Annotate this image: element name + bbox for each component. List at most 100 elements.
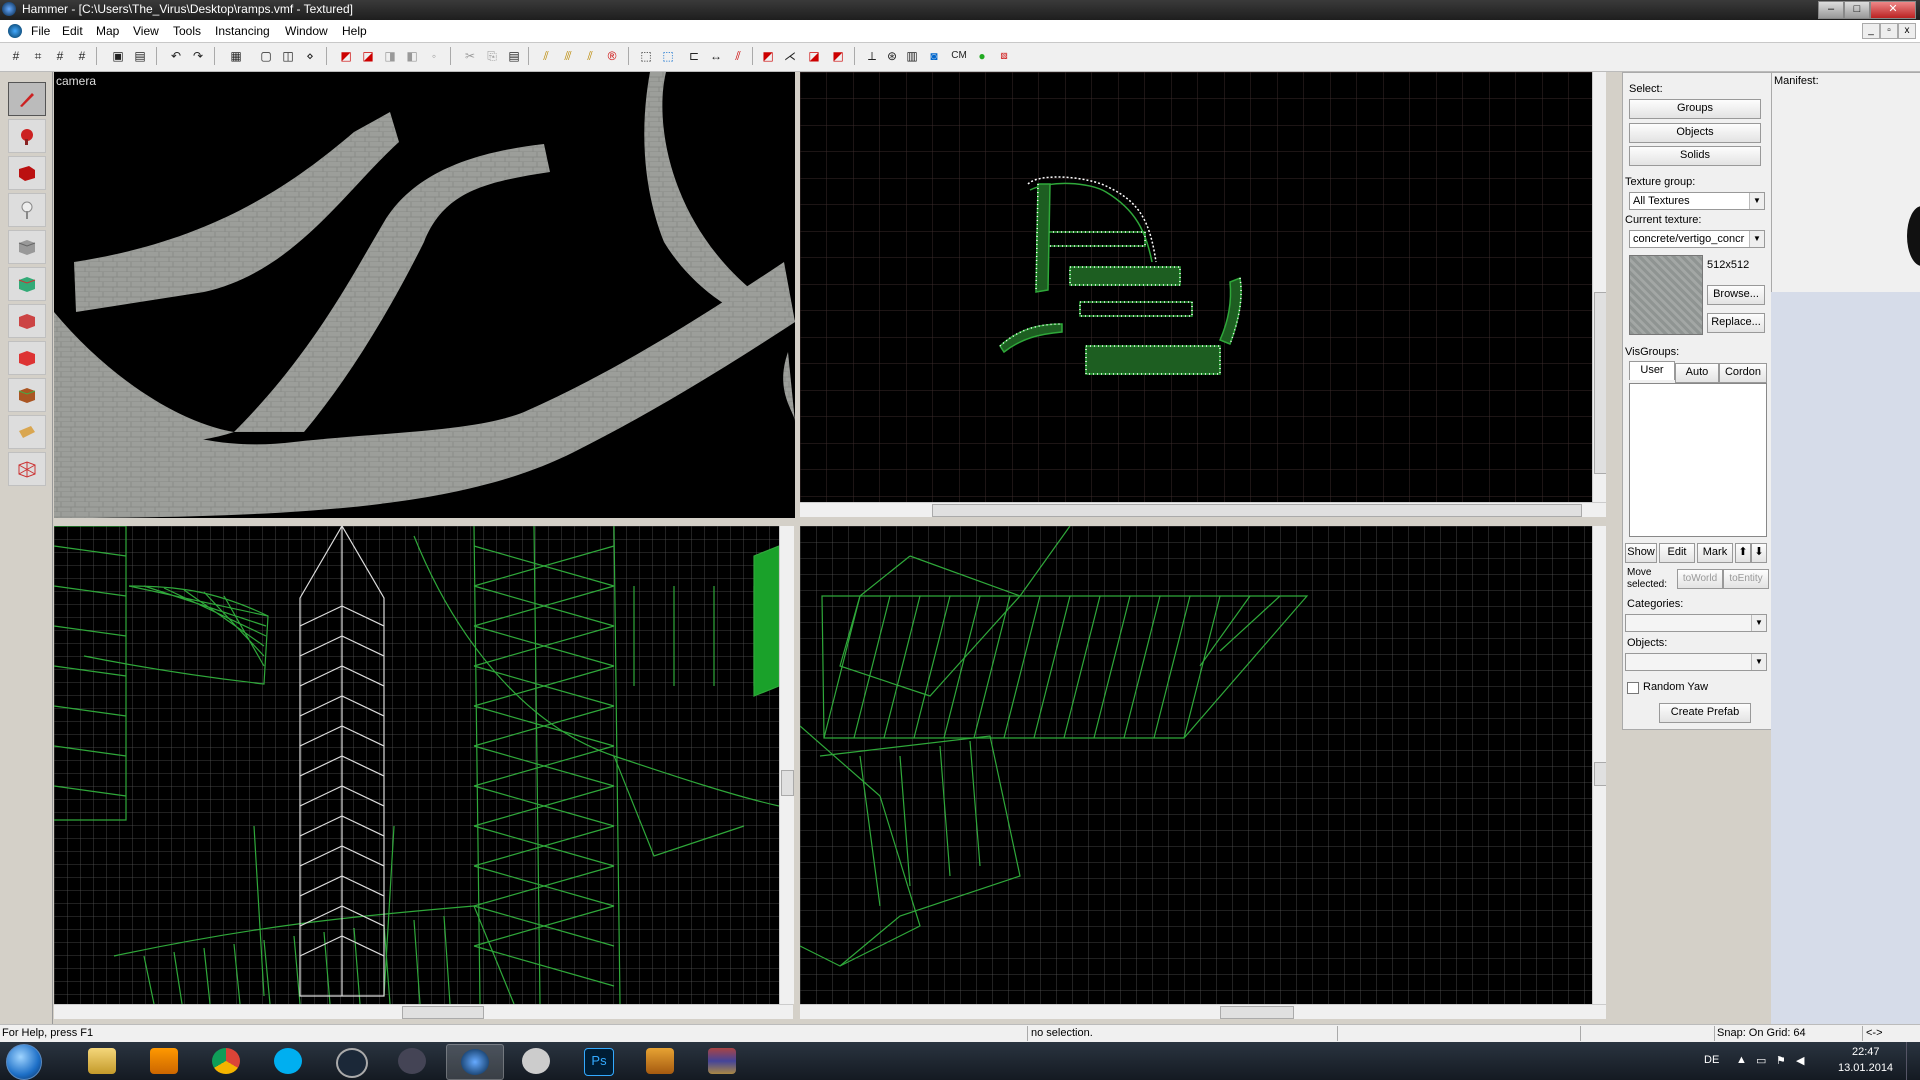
menu-edit[interactable]: Edit [62,24,83,38]
tab-user[interactable]: User [1629,361,1675,380]
tray-volume-icon[interactable]: ◀ [1796,1054,1804,1067]
tray-flag-icon[interactable]: ⚑ [1776,1054,1786,1067]
taskbar-explorer[interactable] [74,1044,130,1078]
cm-button[interactable]: CM [948,48,970,64]
select-by-handles-icon[interactable]: ⬚ [638,48,654,64]
clip-icon[interactable]: ◫ [280,48,296,64]
taskbar-media-player[interactable] [136,1044,192,1078]
toggle-lighting-icon[interactable]: ◧ [404,48,420,64]
taskbar-winrar[interactable] [694,1044,750,1078]
toggle-models-icon[interactable]: ◨ [382,48,398,64]
paste-icon[interactable]: ▤ [506,48,522,64]
top-view-vscroll-thumb[interactable] [1594,292,1606,474]
current-texture-dropdown[interactable]: concrete/vertigo_concr ▼ [1629,230,1765,248]
side-view-hscrollbar[interactable] [800,1004,1606,1019]
tray-network-icon[interactable]: ▭ [1756,1054,1766,1067]
selection-icon[interactable]: ◦ [426,48,442,64]
visgroups-list[interactable] [1629,383,1767,537]
mdi-restore-button[interactable]: ▫ [1880,23,1898,39]
copy-icon[interactable]: ⎘ [484,48,500,64]
3d-grid-icon[interactable]: ⋌ [782,48,798,64]
side-view-vscroll-thumb[interactable] [1594,762,1606,786]
texture-preview[interactable] [1629,255,1703,335]
taskbar-steam[interactable] [322,1044,378,1078]
top-view-hscroll-thumb[interactable] [932,504,1582,517]
taskbar-csgo[interactable] [632,1044,688,1078]
side-view-hscroll-thumb[interactable] [1220,1006,1294,1019]
hammer-app-icon[interactable] [2,2,16,16]
document-icon[interactable] [8,24,22,38]
language-indicator[interactable]: DE [1704,1054,1719,1066]
overlay-icon[interactable]: ⫽ [582,48,598,64]
group-icon[interactable]: ▣ [110,48,126,64]
texture-group-dropdown[interactable]: All Textures ▼ [1629,192,1765,210]
side-view-vscrollbar[interactable] [1592,526,1606,1004]
check-icon[interactable]: ↔ [708,48,724,64]
compile-icon[interactable]: ⬚ [660,48,676,64]
minimize-button[interactable]: – [1818,1,1844,19]
undo-icon[interactable]: ↶ [168,48,184,64]
menu-window[interactable]: Window [285,24,328,38]
taskbar-teamspeak[interactable] [384,1044,440,1078]
mdi-close-button[interactable]: x [1898,23,1916,39]
camera-viewport[interactable]: camera [54,72,795,518]
carve-icon[interactable]: ▦ [228,48,244,64]
taskbar-chrome[interactable] [198,1044,254,1078]
layers-icon[interactable]: ◙ [926,48,942,64]
ungroup-icon[interactable]: ▤ [132,48,148,64]
menu-help[interactable]: Help [342,24,367,38]
texture-app-icon[interactable]: ⫽ [538,48,554,64]
clipping-tool-button[interactable] [8,415,46,449]
side-2d-viewport[interactable] [800,526,1606,1004]
tray-expand-icon[interactable]: ▲ [1736,1054,1747,1066]
apply-texture-tool-button[interactable] [8,304,46,338]
entity-tool-button[interactable] [8,193,46,227]
decal-tool-button[interactable] [8,341,46,375]
map-info-icon[interactable]: ◩ [830,48,846,64]
draw-icon[interactable]: ▧ [996,48,1012,64]
front-view-hscroll-thumb[interactable] [402,1006,484,1019]
menu-tools[interactable]: Tools [173,24,201,38]
menu-map[interactable]: Map [96,24,119,38]
grid-icon[interactable]: # [8,48,24,64]
menu-view[interactable]: View [133,24,159,38]
tab-cordon[interactable]: Cordon [1719,363,1767,383]
mark-button[interactable]: Mark [1697,543,1733,563]
show-desktop-button[interactable] [1906,1042,1920,1080]
select-groups-button[interactable]: Groups [1629,99,1761,119]
select-solids-button[interactable]: Solids [1629,146,1761,166]
edit-button[interactable]: Edit [1659,543,1695,563]
taskbar-photoshop[interactable]: Ps [570,1044,626,1078]
grid-smaller-icon[interactable]: # [52,48,68,64]
taskbar-paint[interactable] [508,1044,564,1078]
front-view-vscrollbar-track[interactable] [779,526,794,1004]
show-button[interactable]: Show [1625,543,1657,563]
vertex-icon[interactable]: ⋄ [302,48,318,64]
load-window-icon[interactable]: ◪ [806,48,822,64]
move-up-button[interactable]: ⬆ [1735,543,1751,563]
vertex-tool-button[interactable] [8,452,46,486]
front-view-hscrollbar[interactable] [54,1004,793,1019]
select-objects-button[interactable]: Objects [1629,123,1761,143]
top-view-vscrollbar[interactable] [1592,72,1606,502]
create-prefab-button[interactable]: Create Prefab [1659,703,1751,723]
front-view-vscroll-thumb[interactable] [781,770,794,796]
globe-icon[interactable]: ● [974,48,990,64]
texture-tool-button[interactable] [8,267,46,301]
cordon-icon[interactable]: ◩ [760,48,776,64]
toggle-helpers-icon[interactable]: ◪ [360,48,376,64]
decal-icon[interactable]: ⫻ [560,48,576,64]
hollow-icon[interactable]: ▢ [258,48,274,64]
grid-toggle-icon[interactable]: ⌗ [30,48,46,64]
grid-larger-icon[interactable]: # [74,48,90,64]
clock-time[interactable]: 22:47 [1852,1046,1880,1058]
cut-icon[interactable]: ✂ [462,48,478,64]
front-2d-viewport[interactable] [54,526,779,1004]
to-entity-button[interactable]: toEntity [1723,569,1769,589]
sphere-icon[interactable]: ⊛ [884,48,900,64]
to-world-button[interactable]: toWorld [1677,569,1723,589]
top-view-hscrollbar[interactable] [800,502,1606,517]
taskbar-hammer[interactable] [446,1044,504,1080]
menu-file[interactable]: File [31,24,50,38]
clock-date[interactable]: 13.01.2014 [1838,1062,1893,1074]
